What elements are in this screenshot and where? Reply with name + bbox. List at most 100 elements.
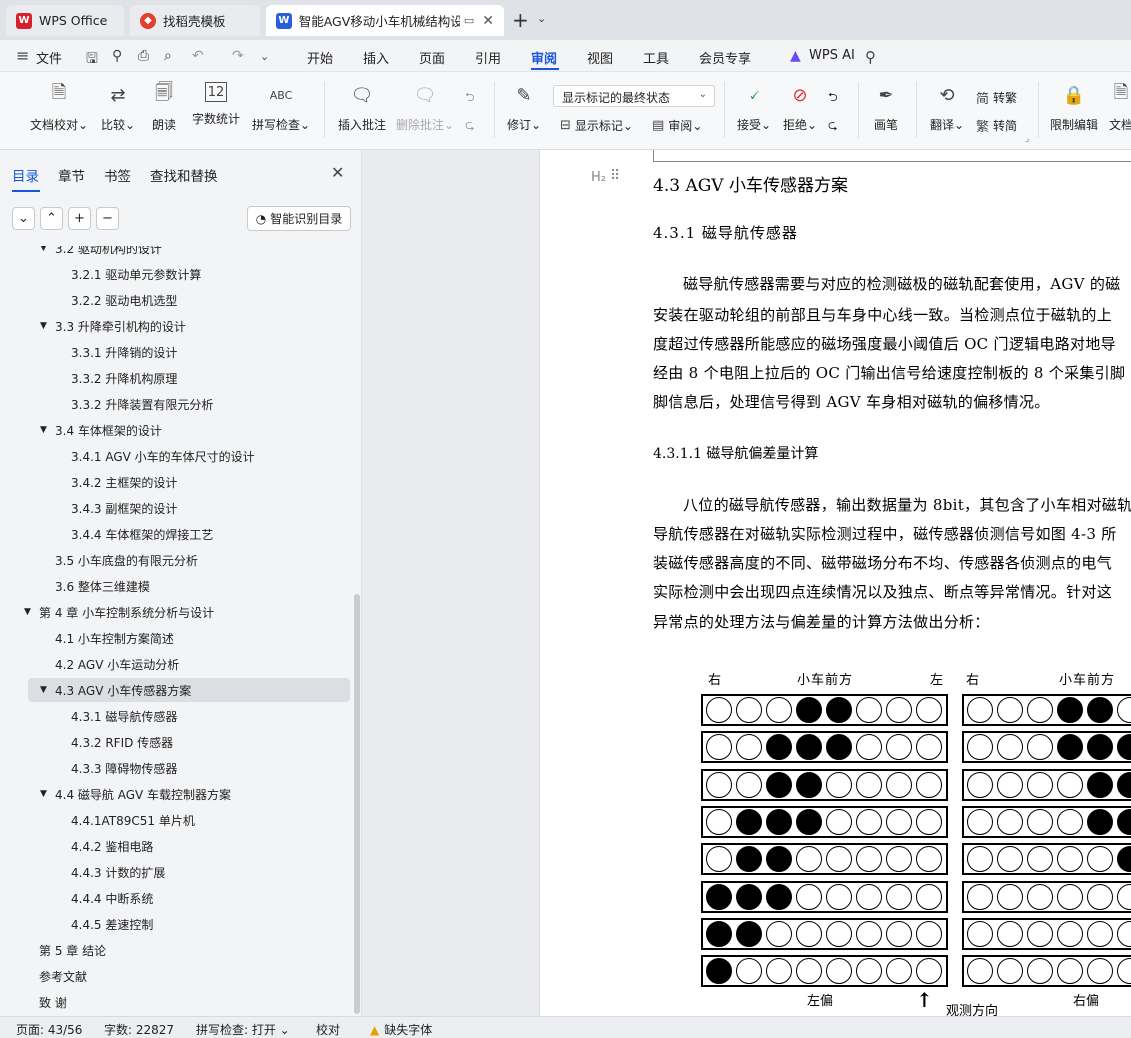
delete-comment-button[interactable]: 🗨 删除批注⌄ [396, 78, 454, 142]
toc-item[interactable]: 3.3.2 升降机构原理 [71, 366, 177, 390]
to-simplified-button[interactable]: 繁转简 [976, 116, 1017, 135]
toc-item[interactable]: 4.4.5 差速控制 [71, 912, 153, 936]
chevron-down-icon[interactable]: ⌄ [537, 12, 546, 25]
caret-down-icon[interactable]: ▼ [40, 418, 47, 442]
toc-item[interactable]: 4.3.1 磁导航传感器 [71, 704, 177, 728]
nav-tab-toc[interactable]: 目录 [12, 165, 39, 185]
restrict-edit-button[interactable]: 🔒 限制编辑 [1046, 78, 1102, 142]
toc-item[interactable]: 致 谢 [39, 990, 67, 1014]
toc-item[interactable]: 4.4.3 计数的扩展 [71, 860, 165, 884]
undo-icon[interactable]: ↶ [192, 48, 204, 64]
toc-item[interactable]: 3.4.2 主框架的设计 [71, 470, 177, 494]
toc-item[interactable]: 4.4 磁导航 AGV 车载控制器方案 [55, 782, 231, 806]
share-icon[interactable]: ⚲ [112, 48, 122, 64]
toc-scrollbar[interactable] [354, 594, 360, 1014]
tab-docer[interactable]: ◆ 找稻壳模板 [130, 5, 260, 36]
caret-down-icon[interactable]: ▼ [40, 678, 47, 702]
heading-level-marker[interactable]: H₂ [591, 170, 606, 185]
next-comment-icon[interactable]: ⮎ [465, 116, 475, 137]
reject-button[interactable]: ⊘ 拒绝⌄ [780, 78, 820, 142]
toc-item[interactable]: 3.2.1 驱动单元参数计算 [71, 262, 201, 286]
toc-item[interactable]: 3.4 车体框架的设计 [55, 418, 162, 442]
chevron-down-icon[interactable]: ⌄ [260, 50, 269, 63]
caret-down-icon[interactable]: ▼ [24, 600, 31, 624]
menu-wps-ai[interactable]: WPS AI [809, 48, 855, 63]
toc-item[interactable]: 4.4.4 中断系统 [71, 886, 153, 910]
menu-member[interactable]: 会员专享 [699, 48, 751, 67]
toc-item[interactable]: 4.3 AGV 小车传感器方案 [55, 678, 191, 702]
doc-check-button[interactable]: 🗎 文档校对⌄ [28, 78, 90, 142]
toc-item[interactable]: 4.2 AGV 小车运动分析 [55, 652, 179, 676]
tab-document[interactable]: W 智能AGV移动小车机械结构设 ▭ ✕ [266, 5, 504, 36]
toc-item[interactable]: 4.3.2 RFID 传感器 [71, 730, 173, 754]
menu-view[interactable]: 视图 [587, 48, 613, 67]
page-count[interactable]: 页面: 43/56 [16, 1021, 82, 1038]
expand-down-button[interactable]: ⌄ [12, 207, 35, 230]
toc-item[interactable]: 3.4.1 AGV 小车的车体尺寸的设计 [71, 444, 255, 468]
close-icon[interactable]: ✕ [482, 13, 494, 29]
prev-comment-icon[interactable]: ⮌ [465, 88, 475, 109]
show-markup-button[interactable]: ⊟ 显示标记 ⌄ [560, 117, 633, 134]
toc-item[interactable]: 4.1 小车控制方案简述 [55, 626, 174, 650]
print-icon[interactable]: ⎙ [138, 48, 149, 64]
toc-item[interactable]: 3.5 小车底盘的有限元分析 [55, 548, 198, 572]
drag-handle-icon[interactable]: ⠿ [610, 168, 620, 184]
compare-button[interactable]: ⇄ 比较⌄ [96, 78, 140, 142]
pen-button[interactable]: ✒ 画笔 [868, 78, 904, 142]
next-change-icon[interactable]: ⮎ [828, 116, 838, 137]
doc-rights-button[interactable]: 🗎 文档 [1106, 78, 1131, 142]
word-count-button[interactable]: 12 字数统计 [188, 78, 244, 142]
word-count[interactable]: 字数: 22827 [104, 1021, 174, 1038]
markup-state-select[interactable]: 显示标记的最终状态 ⌄ [553, 85, 715, 107]
hamburger-icon[interactable]: ≡ [16, 46, 29, 65]
accept-button[interactable]: 🗸 接受⌄ [734, 78, 774, 142]
caret-down-icon[interactable]: ▼ [40, 782, 47, 806]
toc-item[interactable]: 3.3.1 升降销的设计 [71, 340, 177, 364]
smart-toc-button[interactable]: ◔ 智能识别目录 [247, 206, 351, 231]
close-icon[interactable]: ✕ [331, 163, 344, 182]
spell-check-button[interactable]: ABC 拼写检查⌄ [250, 78, 312, 142]
nav-tab-chapters[interactable]: 章节 [58, 165, 85, 185]
toc-item[interactable]: 3.4.3 副框架的设计 [71, 496, 177, 520]
expand-group-icon[interactable]: ⌟ [1025, 134, 1029, 144]
translate-button[interactable]: ⟲ 翻译⌄ [926, 78, 968, 142]
revise-button[interactable]: ✎ 修订⌄ [504, 78, 544, 142]
nav-tab-find-replace[interactable]: 查找和替换 [150, 165, 218, 185]
toc-item[interactable]: 3.2 驱动机构的设计 [55, 246, 162, 260]
spell-check-status[interactable]: 拼写检查: 打开 ⌄ [196, 1021, 290, 1038]
save-icon[interactable]: 🖫 [86, 48, 98, 72]
menu-page[interactable]: 页面 [419, 48, 445, 67]
menu-tools[interactable]: 工具 [643, 48, 669, 67]
toc-item[interactable]: 3.6 整体三维建模 [55, 574, 150, 598]
proof-status[interactable]: 校对 [316, 1021, 340, 1038]
insert-comment-button[interactable]: 🗨 插入批注 [334, 78, 390, 142]
toc-item[interactable]: 3.3 升降牵引机构的设计 [55, 314, 186, 338]
menu-review[interactable]: 审阅 [531, 48, 557, 67]
menu-file[interactable]: 文件 [36, 48, 62, 67]
toc-item[interactable]: 4.4.2 鉴相电路 [71, 834, 153, 858]
prev-change-icon[interactable]: ⮌ [828, 88, 838, 109]
nav-tab-bookmarks[interactable]: 书签 [104, 165, 131, 185]
toc-item[interactable]: 3.3.2 升降装置有限元分析 [71, 392, 213, 416]
monitor-icon[interactable]: ▭ [464, 14, 474, 27]
toc-item[interactable]: 3.2.2 驱动电机选型 [71, 288, 177, 312]
missing-font-status[interactable]: ▲ 缺失字体 [370, 1021, 432, 1038]
menu-insert[interactable]: 插入 [363, 48, 389, 67]
add-heading-button[interactable]: + [68, 207, 91, 230]
redo-icon[interactable]: ↷ [232, 48, 244, 64]
toc-item[interactable]: 4.4.1AT89C51 单片机 [71, 808, 195, 832]
to-traditional-button[interactable]: 简转繁 [976, 88, 1017, 107]
toc-item[interactable]: 第 4 章 小车控制系统分析与设计 [39, 600, 214, 624]
toc-item[interactable]: 3.4.4 车体框架的焊接工艺 [71, 522, 213, 546]
print-preview-icon[interactable]: ⌕ [164, 48, 172, 64]
toc-item[interactable]: 参考文献 [39, 964, 87, 988]
review-pane-button[interactable]: ▤ 审阅 ⌄ [652, 117, 702, 134]
collapse-up-button[interactable]: ⌃ [40, 207, 63, 230]
caret-down-icon[interactable]: ▼ [40, 246, 47, 260]
toc-item[interactable]: 第 5 章 结论 [39, 938, 106, 962]
toc-item[interactable]: 4.3.3 障碍物传感器 [71, 756, 177, 780]
search-icon[interactable]: ⚲ [865, 48, 876, 66]
tab-wps-office[interactable]: W WPS Office [6, 5, 124, 36]
menu-references[interactable]: 引用 [475, 48, 501, 67]
new-tab-icon[interactable]: + [512, 8, 529, 32]
